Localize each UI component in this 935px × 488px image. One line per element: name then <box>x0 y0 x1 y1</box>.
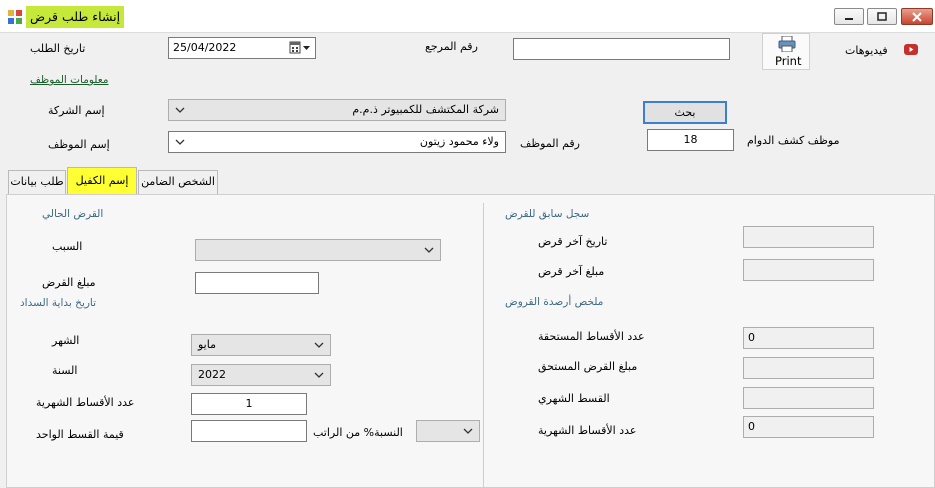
print-button[interactable]: Print <box>762 33 810 70</box>
employee-name-value: ولاء محمود زيتون <box>419 135 499 148</box>
close-icon <box>912 11 922 22</box>
loan-amount-input[interactable] <box>195 272 319 294</box>
app-icon <box>8 10 22 24</box>
window-title: إنشاء طلب قرض <box>26 6 125 28</box>
printer-icon <box>778 35 796 55</box>
month-combobox[interactable]: مايو <box>191 334 331 356</box>
last-loan-amount-label: مبلغ آخر قرض <box>538 265 605 278</box>
panel-divider <box>483 203 484 488</box>
month-value: مايو <box>198 338 216 351</box>
company-value: شركة المكتشف للكمبيوتر ذ.م.م <box>352 103 499 116</box>
tab-request-data[interactable]: طلب بيانات <box>8 170 66 194</box>
installments-count-input[interactable]: 1 <box>191 393 307 415</box>
request-date-value: 25/04/2022 <box>173 41 237 54</box>
due-amount-label: مبلغ القرض المستحق <box>538 360 638 373</box>
request-date-label: تاريخ الطلب <box>30 42 86 55</box>
year-value: 2022 <box>198 368 226 381</box>
last-loan-amount-input[interactable] <box>743 259 874 281</box>
installments-count-label: عدد الأقساط الشهرية <box>36 396 135 409</box>
company-label: إسم الشركة <box>48 104 105 117</box>
maximize-button[interactable] <box>867 8 897 25</box>
current-loan-section-label: القرض الحالي <box>42 208 104 220</box>
chevron-down-icon <box>173 100 187 120</box>
year-combobox[interactable]: 2022 <box>191 364 331 386</box>
reference-input[interactable] <box>513 38 730 60</box>
timesheet-employee-input[interactable]: 18 <box>647 129 734 151</box>
reason-label: السبب <box>52 240 83 253</box>
minimize-icon <box>845 17 853 20</box>
loan-history-section-label: سجل سابق للقرض <box>505 208 590 220</box>
installment-value-input[interactable] <box>191 420 307 442</box>
chevron-down-icon <box>312 335 326 355</box>
due-installments-label: عدد الأقساط المستحقة <box>538 330 645 343</box>
last-loan-date-input[interactable] <box>743 226 874 248</box>
tab-guarantor[interactable]: الشخص الضامن <box>138 170 218 194</box>
title-bar: إنشاء طلب قرض <box>0 0 935 33</box>
reason-combobox[interactable] <box>195 239 441 261</box>
year-label: السنة <box>52 364 78 377</box>
installment-value-label: قيمة القسط الواحد <box>36 428 124 441</box>
request-date-picker[interactable]: 25/04/2022 <box>168 37 316 59</box>
employee-name-label: إسم الموظف <box>48 138 110 151</box>
employee-number-label: رقم الموظف <box>520 137 580 150</box>
minimize-button[interactable] <box>834 8 864 25</box>
salary-percent-combobox[interactable] <box>416 420 480 442</box>
due-installments-input[interactable]: 0 <box>743 327 874 349</box>
close-button[interactable] <box>901 8 933 25</box>
tab-sponsor-name[interactable]: إسم الكفيل <box>67 167 137 195</box>
maximize-icon <box>877 12 887 21</box>
print-label: Print <box>775 54 802 68</box>
reference-label: رقم المرجع <box>425 40 478 53</box>
salary-percent-label: النسبة% من الراتب <box>313 426 403 439</box>
employee-info-section-label: معلومات الموظف <box>30 74 109 86</box>
last-loan-date-label: تاريخ آخر قرض <box>538 235 608 248</box>
employee-name-combobox[interactable]: ولاء محمود زيتون <box>168 131 506 153</box>
search-button[interactable]: بحث <box>643 101 727 124</box>
monthly-installments-count-input[interactable]: 0 <box>743 416 874 438</box>
chevron-down-icon <box>173 132 187 152</box>
loan-amount-label: مبلغ القرض <box>42 276 96 289</box>
youtube-icon[interactable] <box>904 44 918 58</box>
repayment-start-section-label: تاريخ بداية السداد <box>20 297 97 309</box>
chevron-down-icon <box>461 421 475 441</box>
calendar-icon[interactable] <box>289 41 313 58</box>
monthly-installments-count-label: عدد الأقساط الشهرية <box>538 424 637 437</box>
monthly-installment-input[interactable] <box>743 387 874 409</box>
month-label: الشهر <box>52 334 80 347</box>
timesheet-employee-label: موظف كشف الدوام <box>747 134 840 147</box>
chevron-down-icon <box>422 240 436 260</box>
chevron-down-icon <box>312 365 326 385</box>
company-combobox[interactable]: شركة المكتشف للكمبيوتر ذ.م.م <box>168 99 506 121</box>
due-amount-input[interactable] <box>743 357 874 379</box>
monthly-installment-label: القسط الشهري <box>538 392 610 405</box>
videos-label[interactable]: فيديوهات <box>845 44 888 57</box>
loan-balances-section-label: ملخص أرصدة القروض <box>505 296 604 308</box>
